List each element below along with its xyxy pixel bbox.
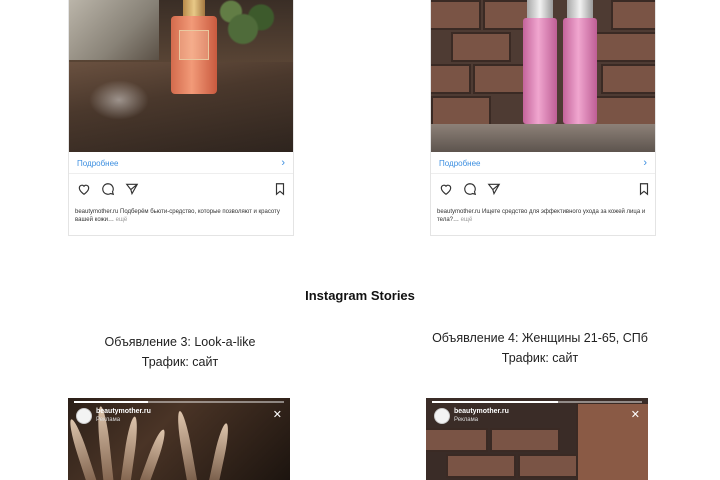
bookmark-icon[interactable]	[273, 182, 287, 196]
photo-brick	[431, 96, 491, 126]
section-title: Instagram Stories	[305, 288, 415, 303]
chevron-right-icon[interactable]: ›	[643, 157, 647, 169]
story-preview-1[interactable]: beautymother.ru Реклама ✕	[68, 398, 290, 480]
post-photo-1[interactable]	[69, 0, 293, 152]
bottle-cap	[567, 0, 593, 18]
bottle-body	[563, 18, 597, 124]
share-icon[interactable]	[125, 182, 139, 196]
photo-brick	[591, 32, 655, 62]
photo-brick	[431, 64, 471, 94]
bottle-body	[523, 18, 557, 124]
story-sponsored-label: Реклама	[454, 417, 479, 423]
bottle-label	[179, 30, 209, 60]
bottle-cap	[527, 0, 553, 18]
comment-icon[interactable]	[463, 182, 477, 196]
feed-post-card-1: Подробнее › beautymother.ru Подберём бью…	[68, 0, 294, 236]
story-username[interactable]: beautymother.ru	[96, 408, 151, 415]
story-username[interactable]: beautymother.ru	[454, 408, 509, 415]
photo-window	[69, 0, 159, 60]
ad-description-3: Объявление 3: Look-a-like Трафик: сайт	[30, 332, 330, 372]
close-icon[interactable]: ✕	[273, 408, 282, 421]
ad-title: Объявление 3: Look-a-like	[104, 335, 256, 349]
story-progress-fill	[74, 401, 148, 403]
caption-more-link[interactable]: ещё	[461, 217, 473, 223]
avatar[interactable]	[434, 408, 450, 424]
heart-icon[interactable]	[439, 182, 453, 196]
story-progress-bar	[432, 401, 642, 403]
share-icon[interactable]	[487, 182, 501, 196]
photo-brick	[451, 32, 511, 62]
story-progress-fill	[432, 401, 558, 403]
chevron-right-icon[interactable]: ›	[281, 157, 285, 169]
photo-ledge	[431, 124, 655, 152]
learn-more-bar[interactable]: Подробнее ›	[69, 156, 293, 174]
caption-more-link[interactable]: ещё	[116, 217, 128, 223]
comment-icon[interactable]	[101, 182, 115, 196]
post-photo-2[interactable]	[431, 0, 655, 152]
story-sponsored-label: Реклама	[96, 417, 121, 423]
photo-brick	[601, 64, 655, 94]
close-icon[interactable]: ✕	[631, 408, 640, 421]
ad-traffic: Трафик: сайт	[141, 355, 219, 369]
photo-brick	[518, 454, 578, 478]
post-caption: beautymother.ru Ищете средство для эффек…	[437, 208, 649, 224]
post-actions	[69, 182, 293, 198]
post-caption: beautymother.ru Подберём бьюти-средство,…	[75, 208, 287, 224]
post-actions	[431, 182, 655, 198]
learn-more-bar[interactable]: Подробнее ›	[431, 156, 655, 174]
learn-more-label[interactable]: Подробнее	[77, 159, 119, 168]
product-bottle	[563, 0, 597, 124]
ad-title: Объявление 4: Женщины 21-65, СПб	[432, 331, 648, 345]
feed-post-card-2: Подробнее › beautymother.ru Ищете средст…	[430, 0, 656, 236]
product-bottle	[169, 0, 219, 96]
photo-brick	[446, 454, 516, 478]
story-preview-2[interactable]: beautymother.ru Реклама ✕	[426, 398, 648, 480]
bookmark-icon[interactable]	[637, 182, 651, 196]
ad-traffic: Трафик: сайт	[501, 351, 579, 365]
photo-brick	[426, 428, 488, 452]
photo-brick	[490, 428, 560, 452]
product-bottle	[523, 0, 557, 124]
photo-glare	[89, 80, 149, 120]
photo-brick	[611, 0, 655, 30]
photo-plant	[219, 0, 279, 58]
heart-icon[interactable]	[77, 182, 91, 196]
story-progress-bar	[74, 401, 284, 403]
ad-description-4: Объявление 4: Женщины 21-65, СПб Трафик:…	[390, 328, 690, 368]
bottle-cap	[183, 0, 205, 16]
learn-more-label[interactable]: Подробнее	[439, 159, 481, 168]
caption-text: beautymother.ru Подберём бьюти-средство,…	[75, 209, 280, 223]
photo-brick	[431, 0, 481, 30]
avatar[interactable]	[76, 408, 92, 424]
